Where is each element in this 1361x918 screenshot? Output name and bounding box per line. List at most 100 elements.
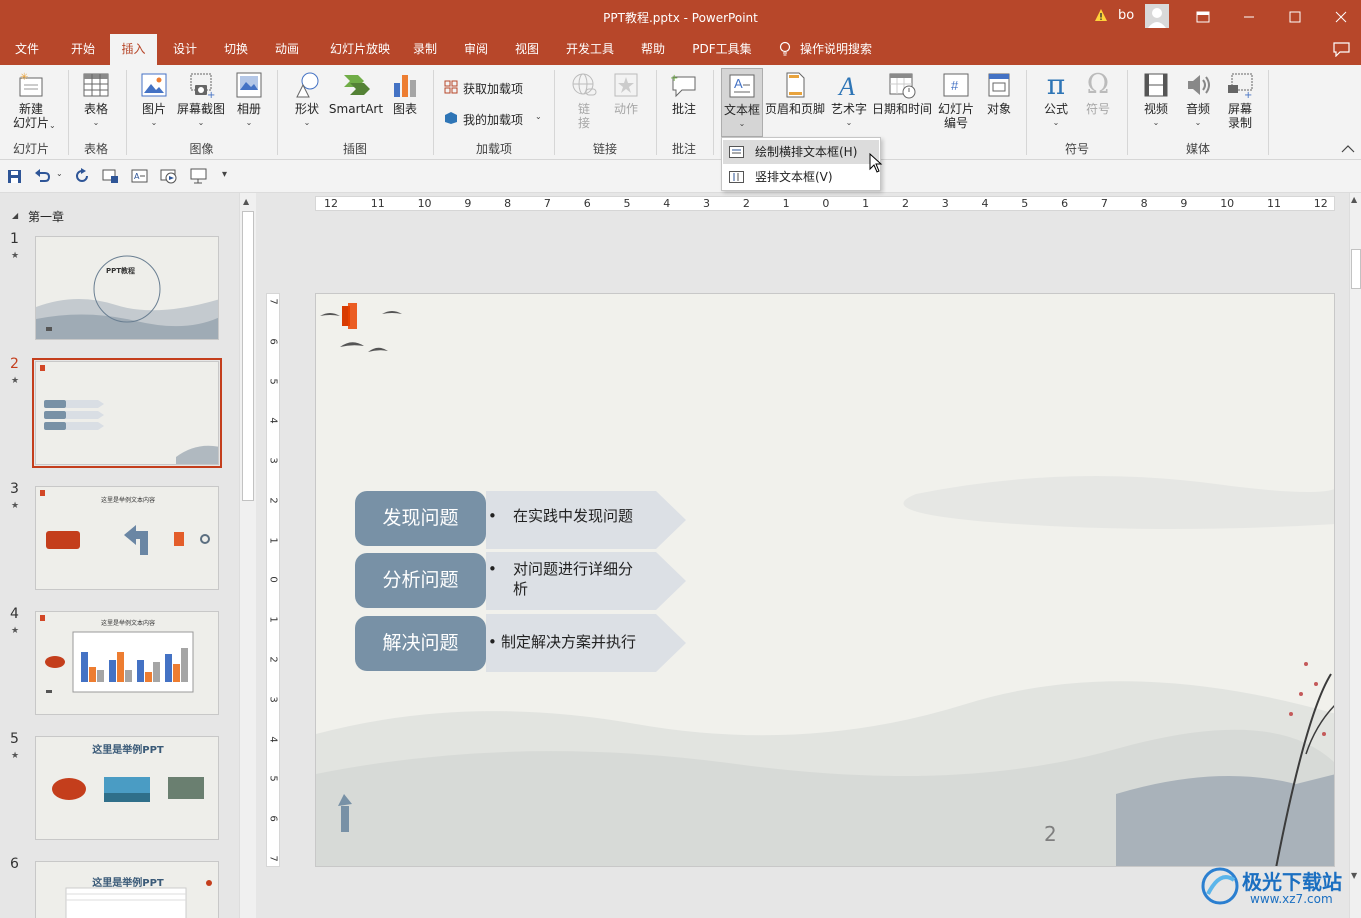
tab-slideshow[interactable]: 幻灯片放映 bbox=[318, 34, 402, 65]
scroll-up-icon[interactable]: ▲ bbox=[243, 197, 249, 206]
section-title[interactable]: 第一章 bbox=[28, 208, 64, 225]
photo-album-button[interactable]: 相册 ⌄ bbox=[229, 71, 269, 130]
smartart-icon bbox=[342, 71, 370, 99]
screen-recording-button[interactable]: + 屏幕 录制 bbox=[1220, 71, 1260, 130]
tab-record[interactable]: 录制 bbox=[402, 34, 448, 65]
tab-developer[interactable]: 开发工具 bbox=[556, 34, 624, 65]
comment-icon: + bbox=[670, 71, 698, 99]
slide-canvas[interactable]: 发现问题 • 在实践中发现问题 分析问题 • 对问题进行详细分 析 解决问题 •… bbox=[315, 293, 1335, 867]
chart-button[interactable]: 图表 bbox=[386, 71, 424, 116]
ruler-label: 5 bbox=[623, 197, 631, 210]
get-addins-button[interactable]: 获取加载项 bbox=[444, 79, 548, 97]
slide-thumbnail-3[interactable]: 这里是举例文本内容 bbox=[35, 486, 219, 590]
slide-thumbnail-5[interactable]: 这里是举例PPT bbox=[35, 736, 219, 840]
date-time-button[interactable]: 日期和时间 bbox=[871, 71, 933, 116]
smartart-button[interactable]: SmartArt bbox=[328, 71, 384, 116]
bullet-text[interactable]: 对问题进行详细分 析 bbox=[513, 559, 663, 599]
tab-animations[interactable]: 动画 bbox=[263, 34, 311, 65]
slide-thumbnail-4[interactable]: 这里是举例文本内容 bbox=[35, 611, 219, 715]
horizontal-ruler[interactable]: 12 11 10 9 8 7 6 5 4 3 2 1 0 1 2 3 4 5 6… bbox=[315, 196, 1335, 211]
screenshot-button[interactable]: + 屏幕截图 ⌄ bbox=[174, 71, 228, 130]
ruler-label: 3 bbox=[703, 197, 711, 210]
avatar[interactable] bbox=[1145, 4, 1169, 28]
action-button[interactable]: 动作 bbox=[606, 71, 646, 116]
table-icon bbox=[82, 71, 110, 99]
slide-thumbnail-6[interactable]: 这里是举例PPT bbox=[35, 861, 219, 918]
new-comment-button[interactable]: + 批注 bbox=[664, 71, 704, 116]
minimize-button[interactable] bbox=[1226, 0, 1272, 34]
section-collapse-icon[interactable]: ◢ bbox=[12, 211, 18, 220]
menu-item-horizontal-textbox[interactable]: 绘制横排文本框(H) bbox=[723, 140, 879, 164]
slide-thumbnail-2[interactable] bbox=[35, 361, 219, 465]
vertical-ruler[interactable]: 7 6 5 4 3 2 1 0 1 2 3 4 5 6 7 bbox=[266, 293, 280, 867]
table-button[interactable]: 表格 ⌄ bbox=[74, 71, 118, 130]
menu-item-vertical-textbox[interactable]: 竖排文本框(V) bbox=[723, 165, 879, 189]
tab-pdf-tools[interactable]: PDF工具集 bbox=[684, 34, 760, 65]
slide-number-label: 幻灯片 编号 bbox=[937, 102, 974, 130]
tab-design[interactable]: 设计 bbox=[161, 34, 209, 65]
video-button[interactable]: 视频 ⌄ bbox=[1136, 71, 1176, 130]
slideshow-icon[interactable] bbox=[190, 168, 207, 184]
link-button[interactable]: 链 接 bbox=[564, 71, 604, 130]
customize-qat-icon[interactable]: ▾ bbox=[222, 169, 227, 180]
tab-insert[interactable]: 插入 bbox=[110, 34, 157, 65]
wordart-button[interactable]: A 艺术字 ⌄ bbox=[828, 71, 870, 130]
bullet-marker: • bbox=[488, 560, 497, 578]
editor-scrollbar[interactable]: ▲ ▼ bbox=[1349, 193, 1361, 918]
audio-button[interactable]: 音频 ⌄ bbox=[1178, 71, 1218, 130]
tab-home[interactable]: 开始 bbox=[57, 34, 109, 65]
slide-number-button[interactable]: # 幻灯片 编号 bbox=[934, 71, 978, 130]
textbox-button[interactable]: A 文本框 ⌄ bbox=[721, 68, 763, 137]
panel-scrollbar[interactable]: ▲ bbox=[239, 193, 256, 918]
user-name[interactable]: bo bbox=[1118, 8, 1134, 23]
tab-transitions[interactable]: 切换 bbox=[212, 34, 260, 65]
ruler-label: 4 bbox=[267, 735, 279, 743]
ribbon-display-options-button[interactable] bbox=[1180, 0, 1226, 34]
thumbnail-title: 这里是举例文本内容 bbox=[100, 620, 155, 627]
comments-icon[interactable] bbox=[1333, 42, 1350, 58]
category-pill[interactable]: 发现问题 bbox=[355, 491, 486, 546]
redo-icon[interactable] bbox=[74, 168, 90, 184]
shapes-icon bbox=[293, 71, 321, 99]
header-footer-button[interactable]: 页眉和页脚 bbox=[764, 71, 826, 116]
category-pill[interactable]: 解决问题 bbox=[355, 616, 486, 671]
bullet-text[interactable]: 制定解决方案并执行 bbox=[501, 632, 671, 652]
tab-file[interactable]: 文件 bbox=[0, 34, 54, 65]
scroll-thumb[interactable] bbox=[1351, 249, 1361, 289]
undo-dropdown-icon[interactable]: ⌄ bbox=[56, 169, 63, 178]
ruler-label: 6 bbox=[267, 815, 279, 822]
present-icon[interactable] bbox=[160, 168, 178, 184]
slide-number-icon: # bbox=[942, 71, 970, 99]
from-beginning-icon[interactable] bbox=[102, 168, 119, 184]
category-pill[interactable]: 分析问题 bbox=[355, 553, 486, 608]
svg-text:+: + bbox=[670, 73, 678, 84]
picture-button[interactable]: 图片 ⌄ bbox=[134, 71, 174, 130]
wordart-label: 艺术字 bbox=[830, 102, 867, 116]
tab-review[interactable]: 审阅 bbox=[452, 34, 500, 65]
slide-page-number[interactable]: 2 bbox=[1044, 822, 1057, 846]
tab-help[interactable]: 帮助 bbox=[630, 34, 676, 65]
close-button[interactable] bbox=[1318, 0, 1361, 34]
store-icon bbox=[444, 80, 458, 94]
ruler-label: 0 bbox=[267, 576, 279, 584]
collapse-ribbon-icon[interactable] bbox=[1341, 143, 1355, 153]
bullet-text[interactable]: 在实践中发现问题 bbox=[513, 506, 673, 526]
ruler-label: 6 bbox=[583, 197, 591, 210]
globe-link-icon bbox=[570, 71, 598, 99]
textbox-qat-icon[interactable]: A bbox=[131, 168, 148, 184]
maximize-button[interactable] bbox=[1272, 0, 1318, 34]
chevron-down-icon: ⌄ bbox=[197, 118, 205, 127]
shapes-button[interactable]: 形状 ⌄ bbox=[285, 71, 329, 130]
object-button[interactable]: 对象 bbox=[980, 71, 1018, 116]
my-addins-button[interactable]: 我的加载项 ⌄ bbox=[444, 110, 548, 128]
save-icon[interactable] bbox=[7, 169, 22, 184]
tell-me-search[interactable]: 操作说明搜索 bbox=[800, 34, 884, 65]
equation-button[interactable]: π 公式 ⌄ bbox=[1036, 71, 1076, 130]
warning-icon[interactable] bbox=[1094, 8, 1108, 22]
undo-icon[interactable] bbox=[34, 168, 51, 184]
slide-thumbnail-1[interactable]: PPT教程 bbox=[35, 236, 219, 340]
scroll-thumb[interactable] bbox=[242, 211, 254, 501]
tab-view[interactable]: 视图 bbox=[503, 34, 551, 65]
scroll-up-icon[interactable]: ▲ bbox=[1351, 195, 1357, 204]
symbol-button[interactable]: Ω 符号 bbox=[1078, 71, 1118, 117]
